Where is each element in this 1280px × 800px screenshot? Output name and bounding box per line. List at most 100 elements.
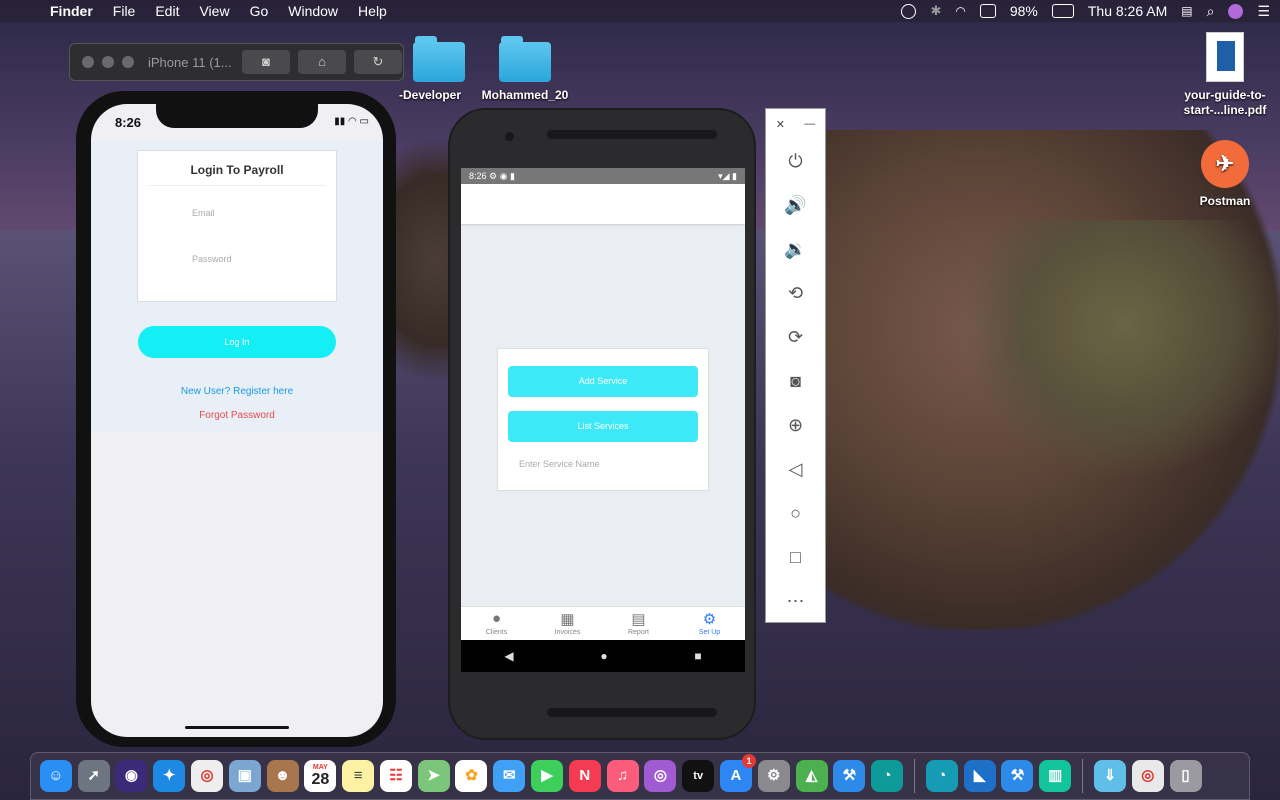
zoom-icon[interactable]: ⊕ xyxy=(766,403,825,447)
home-icon[interactable]: ○ xyxy=(766,491,825,535)
spotlight-search-icon[interactable]: ⌕ xyxy=(1207,3,1215,20)
document-icon: ▤ xyxy=(631,611,646,628)
list-services-button[interactable]: List Services xyxy=(508,411,698,442)
photos-icon[interactable]: ✿ xyxy=(455,760,488,792)
postman-icon: ✈ xyxy=(1201,140,1249,188)
menu-view[interactable]: View xyxy=(199,3,229,19)
finder-icon[interactable]: ☺ xyxy=(39,760,72,792)
person-icon: ● xyxy=(491,610,502,627)
maps-icon[interactable]: ➤ xyxy=(417,760,450,792)
desktop-pdf-file[interactable]: your-guide-to-start-...line.pdf xyxy=(1175,32,1275,118)
menu-window[interactable]: Window xyxy=(288,3,338,19)
overview-icon[interactable]: □ xyxy=(766,535,825,579)
power-icon[interactable]: ⏻ xyxy=(766,139,825,183)
home-indicator[interactable] xyxy=(185,726,289,729)
battery-percent[interactable]: 98% xyxy=(1010,3,1038,19)
tab-report[interactable]: ▤ Report xyxy=(603,607,674,640)
wifi-icon[interactable]: ◠ xyxy=(955,4,965,18)
close-icon[interactable]: ✕ xyxy=(776,118,785,131)
rotate-left-icon[interactable]: ⟲ xyxy=(766,271,825,315)
forgot-password-link[interactable]: Forgot Password xyxy=(91,410,383,421)
launchpad-icon[interactable]: ➚ xyxy=(77,760,110,792)
battery-icon[interactable] xyxy=(1051,4,1074,18)
bluetooth-icon[interactable]: ✱ xyxy=(930,3,941,19)
news-icon[interactable]: N xyxy=(568,760,601,792)
notes-icon[interactable]: ≡ xyxy=(342,760,375,792)
home-nav-icon[interactable]: ● xyxy=(600,649,607,663)
recents-nav-icon[interactable]: ■ xyxy=(694,649,701,663)
password-field[interactable]: Password xyxy=(192,254,336,264)
app-icon[interactable]: ◔ xyxy=(871,760,904,792)
tab-clients[interactable]: ● Clients xyxy=(461,607,532,640)
reminders-icon[interactable]: ☷ xyxy=(379,760,412,792)
flag-icon[interactable]: ▤ xyxy=(1181,4,1192,18)
checkmark-status-icon[interactable] xyxy=(901,3,917,19)
tab-label: Clients xyxy=(485,629,508,636)
menu-app-name[interactable]: Finder xyxy=(50,3,93,19)
system-preferences-icon[interactable]: ⚙ xyxy=(757,760,790,792)
window-close-button[interactable] xyxy=(82,56,94,68)
desktop-folder-mohammed[interactable]: Mohammed_20 xyxy=(475,36,575,102)
xcode-icon[interactable]: ⚒ xyxy=(833,760,866,792)
chrome-icon[interactable]: ◎ xyxy=(191,760,224,792)
email-field[interactable]: Email xyxy=(192,208,336,218)
wallpaper-cliff-vegetation xyxy=(960,220,1280,480)
minimize-icon[interactable]: — xyxy=(804,118,815,130)
camera-icon[interactable]: ◙ xyxy=(766,359,825,403)
podcasts-icon[interactable]: ◎ xyxy=(644,760,677,792)
register-link[interactable]: New User? Register here xyxy=(91,386,383,397)
music-icon[interactable]: ♫ xyxy=(606,760,639,792)
chrome-window-icon[interactable]: ◎ xyxy=(1131,760,1164,792)
volume-up-icon[interactable]: 🔊 xyxy=(766,183,825,227)
dock: ☺ ➚ ◉ ✦ ◎ ▣ ☻ MAY 28 ≡ ☷ ➤ ✿ ✉ ▶ N ♫ ◎ t… xyxy=(30,752,1250,800)
preview-icon[interactable]: ▣ xyxy=(228,760,261,792)
menu-file[interactable]: File xyxy=(113,3,136,19)
apple-menu-icon[interactable] xyxy=(20,3,36,19)
trash-icon[interactable]: ▯ xyxy=(1169,760,1202,792)
tab-setup[interactable]: ⚙ Set Up xyxy=(674,607,745,640)
window-zoom-button[interactable] xyxy=(122,56,134,68)
more-icon[interactable]: ⋯ xyxy=(766,579,825,623)
facetime-icon[interactable]: ▶ xyxy=(531,760,564,792)
add-service-button[interactable]: Add Service xyxy=(508,366,698,397)
rotate-button[interactable]: ↻ xyxy=(354,50,402,74)
safari-icon[interactable]: ✦ xyxy=(153,760,186,792)
tab-invoices[interactable]: ▦ Invoices xyxy=(532,607,603,640)
menu-edit[interactable]: Edit xyxy=(155,3,179,19)
login-title: Login To Payroll xyxy=(148,151,326,186)
contacts-icon[interactable]: ☻ xyxy=(266,760,299,792)
back-icon[interactable]: ◁ xyxy=(766,447,825,491)
rotate-right-icon[interactable]: ⟳ xyxy=(766,315,825,359)
service-name-input[interactable]: Enter Service Name xyxy=(519,459,600,469)
android-studio-icon[interactable]: ◭ xyxy=(795,760,828,792)
calendar-icon[interactable]: MAY 28 xyxy=(304,760,337,792)
ios-login-screen: Login To Payroll Email Password Log In N… xyxy=(91,140,383,432)
volume-down-icon[interactable]: 🔉 xyxy=(766,227,825,271)
menu-go[interactable]: Go xyxy=(250,3,269,19)
desktop-postman[interactable]: ✈ Postman xyxy=(1185,140,1265,208)
folder-icon xyxy=(413,36,465,82)
app-store-icon[interactable]: A 1 xyxy=(719,754,756,792)
notification-center-icon[interactable]: ☰ xyxy=(1257,3,1270,20)
downloads-folder-icon[interactable]: ⇓ xyxy=(1093,760,1126,792)
vscode-icon[interactable]: ◣ xyxy=(963,760,996,792)
siri-icon[interactable] xyxy=(1228,3,1244,19)
messages-icon[interactable]: ✉ xyxy=(493,760,526,792)
menubar-clock[interactable]: Thu 8:26 AM xyxy=(1088,3,1167,19)
android-status-bar: 8:26 ⚙ ◉ ▮ ▾◢ ▮ xyxy=(461,168,745,184)
login-button[interactable]: Log In xyxy=(138,326,336,358)
window-minimize-button[interactable] xyxy=(102,56,114,68)
screenshot-button[interactable]: ◙ xyxy=(242,50,290,74)
airplay-icon[interactable] xyxy=(979,4,996,18)
simulator-icon[interactable]: ⚒ xyxy=(1001,760,1034,792)
gear-icon: ⚙ xyxy=(702,611,717,628)
android-emulator-icon[interactable]: ▥ xyxy=(1039,760,1072,792)
apple-tv-icon[interactable]: tv xyxy=(682,760,715,792)
app-icon[interactable]: ◔ xyxy=(925,760,958,792)
home-button[interactable]: ⌂ xyxy=(298,50,346,74)
menu-help[interactable]: Help xyxy=(358,3,387,19)
settings-status-icon: ⚙ ◉ ▮ xyxy=(489,171,515,181)
siri-icon[interactable]: ◉ xyxy=(115,760,148,792)
back-nav-icon[interactable]: ◀ xyxy=(504,649,513,663)
dock-separator xyxy=(1082,759,1084,793)
